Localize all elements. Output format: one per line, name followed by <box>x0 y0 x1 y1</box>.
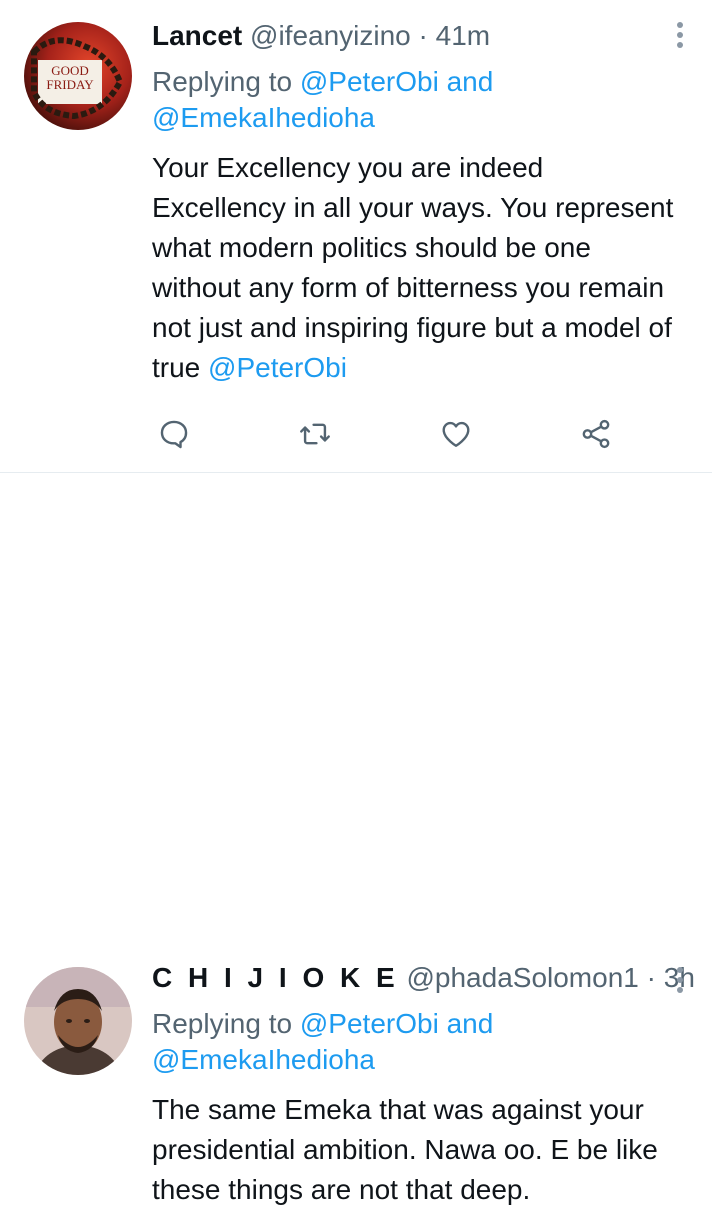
avatar[interactable]: GOOD FRIDAY <box>24 22 132 130</box>
reply-and: and <box>446 1008 494 1039</box>
reply-and: and <box>446 66 494 97</box>
share-icon <box>582 419 610 449</box>
retweet-button[interactable] <box>295 414 335 454</box>
more-icon[interactable] <box>675 22 685 52</box>
tweet-actions <box>152 414 632 454</box>
tweet-text: The same Emeka that was against your pre… <box>152 1090 682 1210</box>
mention-link[interactable]: @PeterObi <box>300 66 439 97</box>
like-icon <box>442 421 470 447</box>
avatar-image: GOOD FRIDAY <box>24 22 132 130</box>
timestamp[interactable]: 41m <box>436 20 490 51</box>
avatar-image <box>24 967 132 1075</box>
display-name[interactable]: C H I J I O K E <box>152 962 399 993</box>
tweet-body: Your Excellency you are indeed Excellenc… <box>152 152 674 383</box>
replying-to: Replying to @PeterObi and @EmekaIhedioha <box>152 64 682 136</box>
tweet[interactable]: GOOD FRIDAY Lancet @ifeanyizino · 41m Re… <box>0 0 712 470</box>
mention-link[interactable]: @EmekaIhedioha <box>152 1044 375 1075</box>
avatar-text-good: GOOD <box>51 63 89 78</box>
mention-link[interactable]: @PeterObi <box>208 352 347 383</box>
user-handle[interactable]: @phadaSolomon1 <box>406 962 638 993</box>
tweet-header: C H I J I O K E @phadaSolomon1 · 3h <box>152 960 695 996</box>
tweet-header: Lancet @ifeanyizino · 41m <box>152 18 682 54</box>
separator-dot: · <box>646 962 656 993</box>
like-button[interactable] <box>436 414 476 454</box>
mention-link[interactable]: @EmekaIhedioha <box>152 102 375 133</box>
replying-prefix: Replying to <box>152 1008 293 1039</box>
separator-dot: · <box>418 20 428 51</box>
display-name[interactable]: Lancet <box>152 20 242 51</box>
retweet-icon <box>300 423 330 445</box>
replying-to: Replying to @PeterObi and @EmekaIhedioha <box>152 1006 682 1078</box>
avatar-text-friday: FRIDAY <box>46 77 94 92</box>
mention-link[interactable]: @PeterObi <box>300 1008 439 1039</box>
replying-prefix: Replying to <box>152 66 293 97</box>
reply-button[interactable] <box>154 414 194 454</box>
tweet[interactable]: C H I J I O K E @phadaSolomon1 · 3h Repl… <box>0 470 712 1205</box>
avatar[interactable] <box>24 967 132 1075</box>
user-handle[interactable]: @ifeanyizino <box>250 20 411 51</box>
reply-icon <box>160 420 188 449</box>
share-button[interactable] <box>576 414 616 454</box>
tweet-text: Your Excellency you are indeed Excellenc… <box>152 148 682 388</box>
more-icon[interactable] <box>675 967 685 997</box>
tweet-body: The same Emeka that was against your pre… <box>152 1094 658 1205</box>
